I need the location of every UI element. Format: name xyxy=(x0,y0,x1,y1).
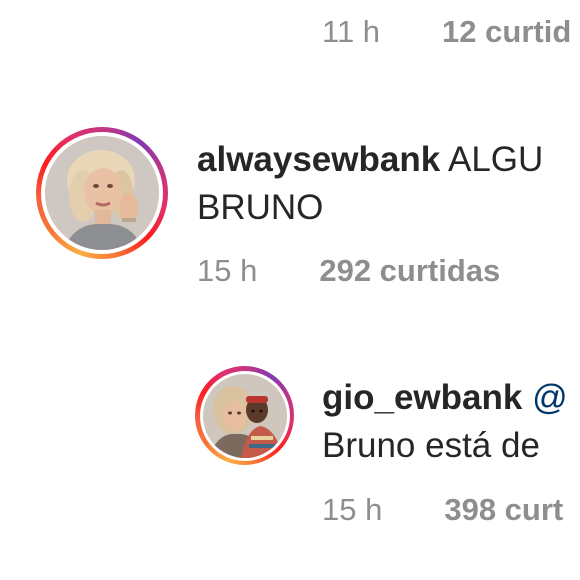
comment-likes-count[interactable]: 292 curtidas xyxy=(319,253,500,289)
comment-timestamp: 15 h xyxy=(197,253,258,288)
profile-photo-icon xyxy=(202,373,287,458)
profile-photo-icon xyxy=(45,136,159,250)
comment-likes-count[interactable]: 398 curt xyxy=(444,492,563,528)
comment-username[interactable]: gio_ewbank xyxy=(322,378,522,417)
comment-timestamp: 15 h xyxy=(322,492,383,527)
comment-text-line: gio_ewbank @ xyxy=(322,378,568,418)
comment-text-line: Bruno está de xyxy=(322,426,540,466)
avatar-gap xyxy=(41,132,163,254)
comment-text: Bruno está de xyxy=(322,426,540,465)
comment-mention[interactable]: @ xyxy=(532,378,568,417)
comment-timestamp: 11 h xyxy=(322,14,381,49)
comment-meta: 15 h 292 curtidas xyxy=(197,253,500,289)
comments-screen: 11 h 12 curtid alwaysewbank ALGU BRUNO 1… xyxy=(0,0,580,580)
comment-likes-count[interactable]: 12 curtid xyxy=(442,14,571,50)
avatar-gap xyxy=(199,370,290,461)
comment-text-continuation: BRUNO xyxy=(197,188,324,227)
comment-text-line: BRUNO xyxy=(197,188,323,228)
comment-meta: 15 h 398 curt xyxy=(322,492,563,528)
avatar[interactable] xyxy=(36,127,168,259)
comment-text-line: alwaysewbank ALGU xyxy=(197,140,543,180)
comment-text: ALGU xyxy=(448,140,544,179)
comment-meta: 11 h 12 curtid xyxy=(322,14,571,50)
avatar[interactable] xyxy=(195,366,294,465)
comment-username[interactable]: alwaysewbank xyxy=(197,140,440,179)
